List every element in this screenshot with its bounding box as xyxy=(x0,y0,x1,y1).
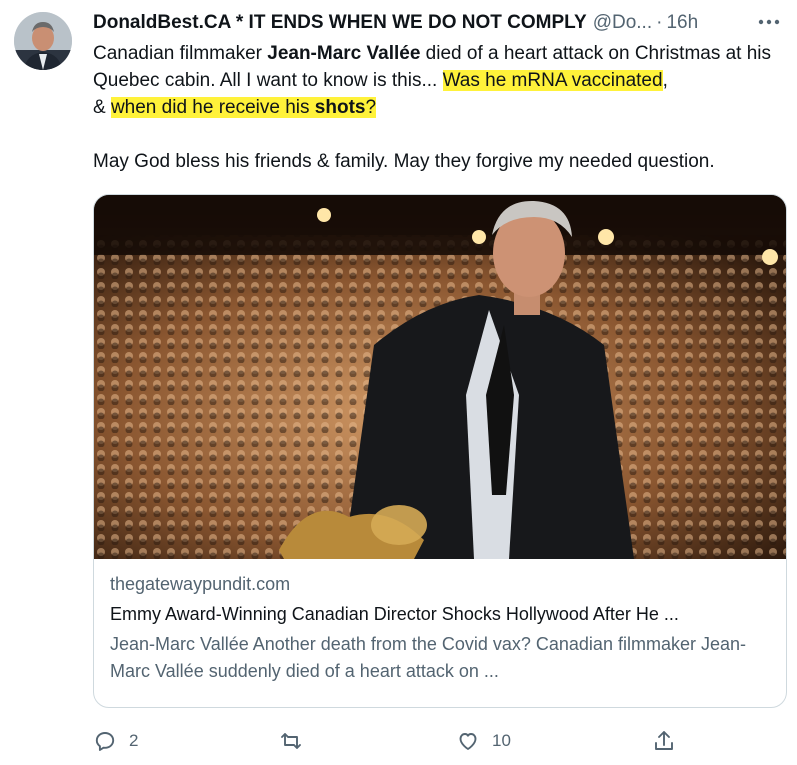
tweet-header: DonaldBest.CA * IT ENDS WHEN WE DO NOT C… xyxy=(93,8,781,38)
author-handle[interactable]: @Do... xyxy=(593,12,652,34)
retweet-icon xyxy=(281,733,301,749)
like-button[interactable]: 10 xyxy=(456,724,511,758)
text-segment: ? xyxy=(365,97,377,118)
action-bar: 2 10 xyxy=(93,724,783,758)
card-title[interactable]: Emmy Award-Winning Canadian Director Sho… xyxy=(110,601,770,627)
highlighted-text: when did he receive his shots? xyxy=(110,97,377,118)
link-card[interactable]: thegatewaypundit.com Emmy Award-Winning … xyxy=(93,194,787,708)
card-description: Jean-Marc Vallée Another death from the … xyxy=(110,634,746,681)
highlighted-text: Was he mRNA vaccinated xyxy=(442,70,663,91)
like-icon xyxy=(459,733,477,750)
text-segment: , xyxy=(662,70,668,91)
separator: · xyxy=(656,12,663,33)
retweet-button[interactable] xyxy=(279,724,315,758)
like-count: 10 xyxy=(492,731,511,750)
reply-button[interactable]: 2 xyxy=(93,724,138,758)
share-button[interactable] xyxy=(652,724,676,758)
card-body: thegatewaypundit.com Emmy Award-Winning … xyxy=(110,571,770,685)
tweet-paragraph-1: Canadian filmmaker Jean-Marc Vallée died… xyxy=(93,40,783,121)
card-image xyxy=(94,195,786,559)
reply-icon xyxy=(95,732,115,751)
reply-count: 2 xyxy=(129,731,139,750)
card-domain: thegatewaypundit.com xyxy=(110,574,291,594)
text-bold-name: Jean-Marc Vallée xyxy=(267,43,421,64)
text-bold-shots: shots xyxy=(314,97,366,118)
avatar-photo xyxy=(14,12,72,70)
text-segment: & xyxy=(93,97,111,118)
text-segment: when did he receive his xyxy=(110,97,315,118)
tweet-paragraph-2: May God bless his friends & family. May … xyxy=(93,151,715,172)
tweet-text: Canadian filmmaker Jean-Marc Vallée died… xyxy=(93,40,783,175)
text-segment: Canadian filmmaker xyxy=(93,43,268,64)
share-icon xyxy=(655,731,673,750)
avatar[interactable] xyxy=(14,12,72,70)
tweet-time[interactable]: 16h xyxy=(666,12,698,34)
more-icon[interactable] xyxy=(755,10,783,34)
author-name[interactable]: DonaldBest.CA * IT ENDS WHEN WE DO NOT C… xyxy=(93,12,587,34)
